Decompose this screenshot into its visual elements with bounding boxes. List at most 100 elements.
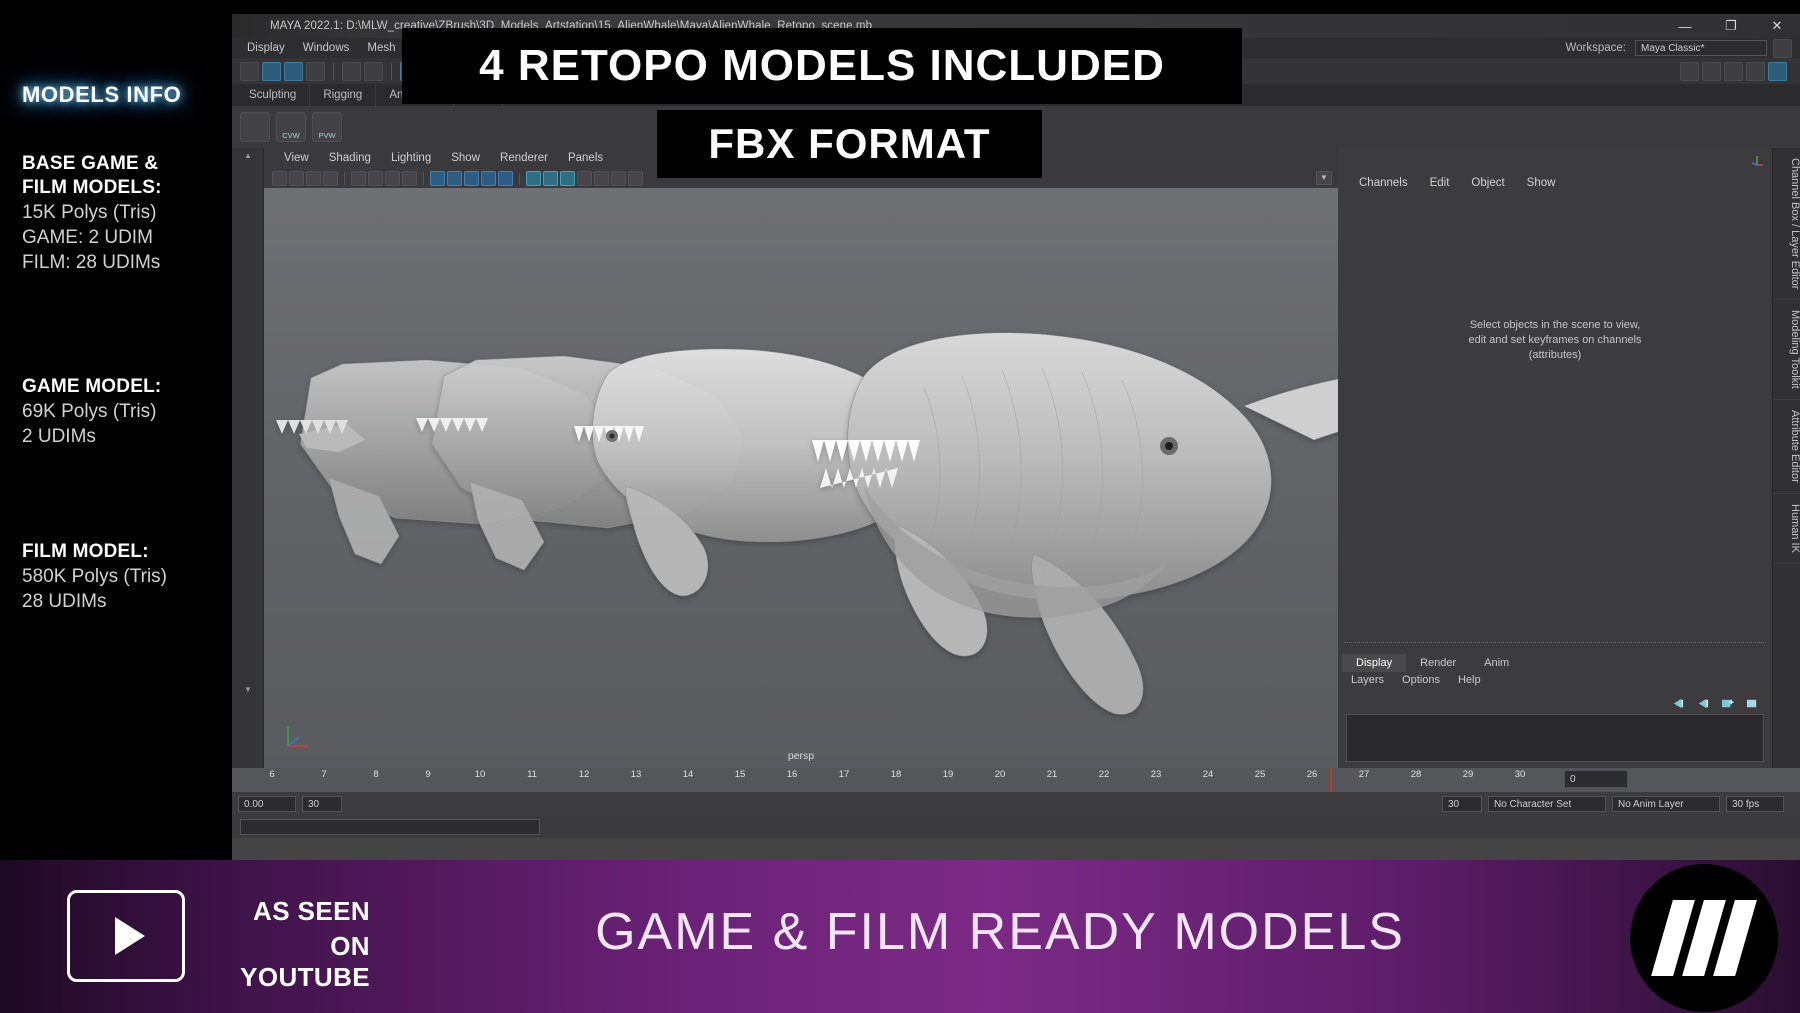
shelf-tab-sculpting[interactable]: Sculpting bbox=[236, 84, 311, 106]
outliner-icon[interactable] bbox=[1768, 61, 1787, 81]
info-section-base: BASE GAME & FILM MODELS: 15K Polys (Tris… bbox=[22, 152, 232, 275]
shadows-icon[interactable] bbox=[526, 170, 541, 186]
info-section-film-line-1: 580K Polys (Tris) bbox=[22, 566, 167, 587]
command-line-input[interactable] bbox=[240, 819, 540, 835]
film-gate-icon[interactable] bbox=[368, 170, 383, 186]
create-layer-from-selected-icon[interactable] bbox=[1745, 697, 1760, 710]
whale-models-render bbox=[276, 332, 1338, 715]
fps-field[interactable]: 30 fps bbox=[1726, 796, 1784, 812]
panel-menu-lighting[interactable]: Lighting bbox=[381, 152, 441, 164]
panel-menu-view[interactable]: View bbox=[274, 152, 319, 164]
channel-menu-channels[interactable]: Channels bbox=[1348, 177, 1419, 189]
menu-item-windows[interactable]: Windows bbox=[294, 42, 359, 54]
xray-icon[interactable] bbox=[628, 170, 643, 186]
move-layer-down-icon[interactable] bbox=[1695, 697, 1710, 710]
marquee-select-icon[interactable] bbox=[306, 61, 325, 81]
channel-menu-object[interactable]: Object bbox=[1460, 177, 1515, 189]
collapse-up-icon[interactable]: ▲ bbox=[232, 148, 264, 162]
shelf-tab-rigging[interactable]: Rigging bbox=[310, 84, 377, 106]
two-d-pan-zoom-icon[interactable] bbox=[323, 170, 338, 186]
shelf-icon-pvw[interactable]: PVW bbox=[312, 112, 342, 142]
shelf-icon-cvw[interactable]: CVW bbox=[276, 112, 306, 142]
layer-list[interactable] bbox=[1346, 714, 1764, 762]
dock-tab-modeling-toolkit[interactable]: Modeling Toolkit bbox=[1773, 300, 1800, 401]
layer-editor-menu-bar: Layers Options Help bbox=[1342, 674, 1768, 690]
time-slider-tick: 8 bbox=[373, 769, 379, 780]
panel-menu-show[interactable]: Show bbox=[441, 152, 490, 164]
lock-icon[interactable] bbox=[1773, 38, 1792, 58]
ambient-occlusion-icon[interactable] bbox=[543, 170, 558, 186]
time-slider-tick: 29 bbox=[1462, 769, 1474, 780]
resolution-gate-icon[interactable] bbox=[385, 170, 400, 186]
axis-gizmo-icon bbox=[287, 726, 308, 747]
minimize-button[interactable]: — bbox=[1662, 14, 1708, 38]
depth-of-field-icon[interactable] bbox=[594, 170, 609, 186]
lighting-icon[interactable] bbox=[498, 170, 513, 186]
collapse-down-icon[interactable]: ▼ bbox=[232, 682, 264, 696]
menu-item-display[interactable]: Display bbox=[238, 42, 294, 54]
multisample-icon[interactable] bbox=[577, 170, 592, 186]
time-slider-tick: 25 bbox=[1254, 769, 1266, 780]
workspace-select[interactable]: Maya Classic* bbox=[1635, 40, 1767, 56]
grid-toggle-icon[interactable] bbox=[351, 170, 366, 186]
time-slider-tick: 19 bbox=[942, 769, 954, 780]
as-seen-line-1: AS SEEN bbox=[253, 896, 370, 926]
range-end-field[interactable]: 30 bbox=[302, 796, 342, 812]
snap-grid-icon[interactable] bbox=[342, 61, 361, 81]
channel-menu-show[interactable]: Show bbox=[1516, 177, 1567, 189]
textured-icon[interactable] bbox=[481, 170, 496, 186]
move-layer-up-icon[interactable] bbox=[1670, 697, 1685, 710]
shaded-wireframe-icon[interactable] bbox=[464, 170, 479, 186]
layer-menu-help[interactable]: Help bbox=[1449, 674, 1490, 690]
wireframe-shading-icon[interactable] bbox=[430, 170, 445, 186]
layer-tab-display[interactable]: Display bbox=[1342, 654, 1407, 672]
screenshot-root: MAYA 2022.1: D:\MLW_creative\ZBrush\3D_M… bbox=[0, 0, 1800, 1013]
keyframe-marker[interactable] bbox=[1330, 768, 1332, 792]
layer-tab-anim[interactable]: Anim bbox=[1470, 654, 1523, 672]
menu-item-mesh[interactable]: Mesh bbox=[358, 42, 404, 54]
panel-menu-shading[interactable]: Shading bbox=[319, 152, 381, 164]
anim-layer-field[interactable]: No Anim Layer bbox=[1612, 796, 1720, 812]
select-camera-icon[interactable] bbox=[272, 170, 287, 186]
channel-menu-edit[interactable]: Edit bbox=[1419, 177, 1461, 189]
select-mode-icon[interactable] bbox=[240, 61, 259, 81]
hypershade-icon[interactable] bbox=[1746, 61, 1765, 81]
smooth-shade-icon[interactable] bbox=[447, 170, 462, 186]
ipr-render-icon[interactable] bbox=[1702, 61, 1721, 81]
youtube-play-button-icon[interactable] bbox=[67, 890, 185, 982]
motion-blur-icon[interactable] bbox=[560, 170, 575, 186]
object-mode-icon[interactable] bbox=[262, 61, 281, 81]
info-section-base-line-3: FILM: 28 UDIMs bbox=[22, 252, 161, 273]
viewport-overflow-chevron-down-icon[interactable]: ▼ bbox=[1316, 171, 1332, 185]
close-button[interactable]: ✕ bbox=[1754, 14, 1800, 38]
current-frame-field[interactable]: 0 bbox=[1564, 770, 1628, 788]
render-view-icon[interactable] bbox=[1680, 61, 1699, 81]
info-section-base-line-1: 15K Polys (Tris) bbox=[22, 202, 157, 223]
character-set-field[interactable]: No Character Set bbox=[1488, 796, 1606, 812]
component-mode-icon[interactable] bbox=[284, 61, 303, 81]
perspective-viewport[interactable]: persp bbox=[264, 188, 1338, 768]
create-new-layer-icon[interactable] bbox=[1720, 697, 1735, 710]
dropdown-arrow-icon[interactable] bbox=[364, 61, 383, 81]
playback-end-field[interactable]: 30 bbox=[1442, 796, 1482, 812]
layer-menu-layers[interactable]: Layers bbox=[1342, 674, 1393, 690]
panel-menu-panels[interactable]: Panels bbox=[558, 152, 613, 164]
panel-splitter-handle[interactable] bbox=[1344, 642, 1766, 648]
dock-tab-human-ik[interactable]: Human IK bbox=[1773, 494, 1800, 564]
panel-menu-renderer[interactable]: Renderer bbox=[490, 152, 558, 164]
tool-box-strip: ▲ ▼ bbox=[232, 148, 264, 768]
layer-menu-options[interactable]: Options bbox=[1393, 674, 1449, 690]
shelf-icon-generic[interactable] bbox=[240, 112, 270, 142]
window-controls: — ❐ ✕ bbox=[1662, 14, 1800, 38]
dock-tab-channel-box-layer-editor[interactable]: Channel Box / Layer Editor bbox=[1773, 148, 1800, 301]
layer-tab-render[interactable]: Render bbox=[1406, 654, 1470, 672]
maximize-button[interactable]: ❐ bbox=[1708, 14, 1754, 38]
isolate-select-icon[interactable] bbox=[611, 170, 626, 186]
image-plane-icon[interactable] bbox=[306, 170, 321, 186]
bookmark-icon[interactable] bbox=[289, 170, 304, 186]
range-start-field[interactable]: 0.00 bbox=[238, 796, 296, 812]
brand-logo bbox=[1630, 864, 1778, 1012]
render-settings-icon[interactable] bbox=[1724, 61, 1743, 81]
gate-mask-icon[interactable] bbox=[402, 170, 417, 186]
dock-tab-attribute-editor[interactable]: Attribute Editor bbox=[1773, 400, 1800, 494]
